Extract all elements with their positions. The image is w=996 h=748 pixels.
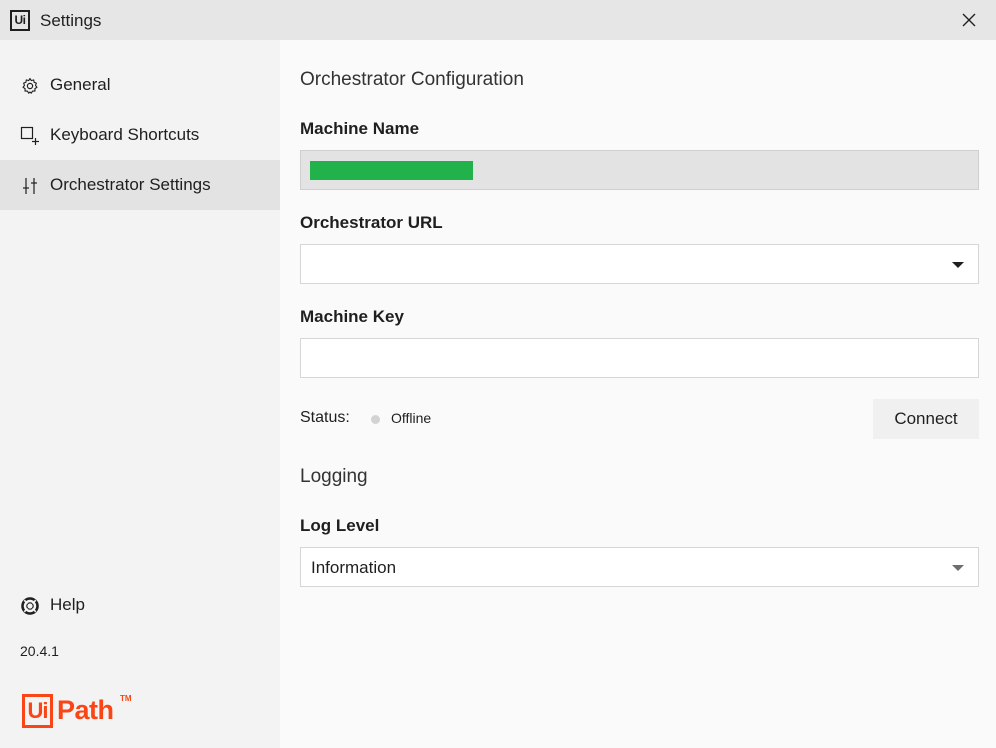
- help-link[interactable]: Help: [0, 585, 280, 627]
- sidebar-item-label: Keyboard Shortcuts: [50, 125, 200, 144]
- sidebar: General Keyboard Shortcuts Orchestrator …: [0, 40, 280, 748]
- log-level-dropdown[interactable]: Information: [300, 547, 979, 587]
- keyboard-shortcut-icon: [20, 126, 39, 145]
- status-value: Offline: [391, 410, 432, 426]
- sliders-icon: [23, 178, 37, 194]
- title-bar: Ui Settings: [0, 0, 996, 40]
- close-button[interactable]: [954, 6, 984, 34]
- uipath-logo-path: Path: [57, 695, 114, 725]
- orchestrator-url-label: Orchestrator URL: [300, 213, 443, 232]
- gear-icon: [22, 77, 38, 94]
- orchestrator-configuration-heading: Orchestrator Configuration: [300, 69, 524, 90]
- machine-key-label: Machine Key: [300, 307, 404, 326]
- chevron-down-icon[interactable]: [952, 565, 964, 571]
- uipath-logo-ui: Ui: [22, 694, 53, 728]
- connect-button[interactable]: Connect: [873, 399, 979, 439]
- logging-heading: Logging: [300, 466, 368, 487]
- machine-name-field[interactable]: [300, 150, 979, 190]
- machine-name-label: Machine Name: [300, 119, 420, 138]
- main-panel: Orchestrator Configuration Machine Name …: [280, 40, 996, 748]
- window-title: Settings: [40, 11, 102, 30]
- orchestrator-url-combobox[interactable]: [300, 244, 979, 284]
- sidebar-item-keyboard-shortcuts[interactable]: Keyboard Shortcuts: [0, 110, 280, 160]
- close-icon: [962, 13, 976, 27]
- sidebar-item-general[interactable]: General: [0, 60, 280, 110]
- version-label: 20.4.1: [20, 643, 59, 659]
- uipath-logo-tm: TM: [120, 694, 132, 703]
- sidebar-item-label: Orchestrator Settings: [50, 175, 211, 194]
- sidebar-item-label: General: [50, 75, 111, 94]
- machine-key-field[interactable]: [300, 338, 979, 378]
- help-label: Help: [50, 595, 85, 614]
- log-level-label: Log Level: [300, 516, 380, 535]
- chevron-down-icon[interactable]: [952, 262, 964, 268]
- lifebuoy-icon: [21, 597, 39, 615]
- redacted-machine-name: [310, 161, 473, 180]
- app-logo: Ui: [10, 10, 30, 31]
- log-level-value: Information: [311, 558, 397, 577]
- sidebar-item-orchestrator-settings[interactable]: Orchestrator Settings: [0, 160, 280, 210]
- status-indicator-icon: [371, 415, 380, 424]
- status-label: Status:: [300, 409, 350, 426]
